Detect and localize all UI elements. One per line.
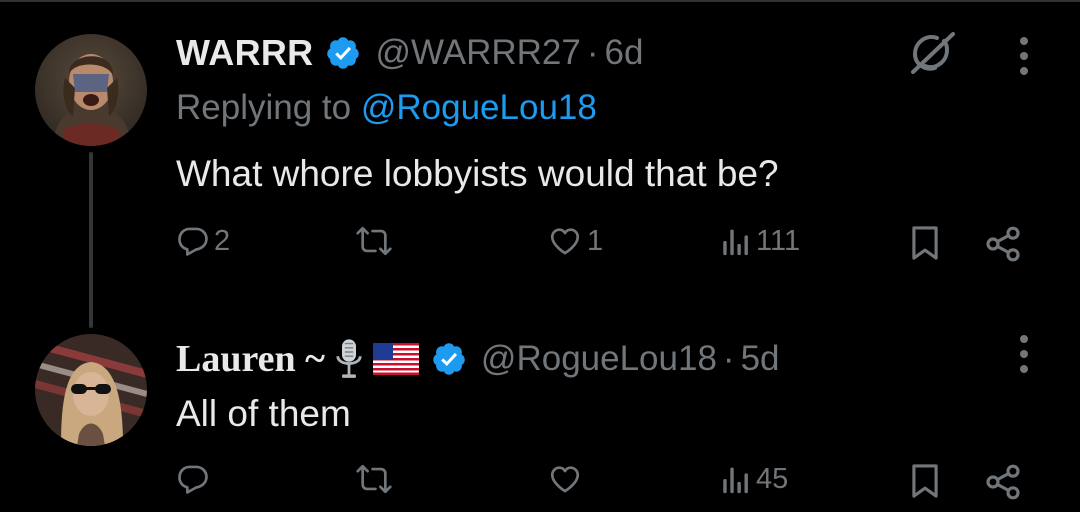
like-button[interactable]: 1: [547, 224, 603, 258]
replying-mention[interactable]: @RogueLou18: [361, 88, 597, 127]
display-name[interactable]: WARRR: [176, 32, 313, 74]
repost-icon: [356, 464, 392, 494]
more-icon[interactable]: [1019, 334, 1029, 374]
reply-icon: [178, 465, 208, 494]
share-button[interactable]: [983, 224, 1023, 264]
like-icon: [550, 466, 580, 493]
avatar[interactable]: [35, 34, 147, 146]
views-count: 111: [756, 224, 801, 257]
verified-badge-icon: [325, 35, 361, 71]
repost-button[interactable]: [355, 462, 397, 496]
views-button[interactable]: 45: [720, 462, 788, 496]
views-icon: [723, 229, 748, 256]
like-button[interactable]: [547, 462, 587, 496]
tweet-header: Lauren ~ @RogueLou18 · 5d: [176, 334, 780, 384]
reply-count: 2: [214, 224, 231, 257]
replying-to-line: Replying to @RogueLou18: [176, 88, 597, 128]
like-count: 1: [587, 224, 604, 257]
separator-dot: ·: [586, 33, 599, 72]
separator-dot: ·: [722, 339, 735, 378]
bookmark-icon: [912, 226, 938, 260]
tweet-text: All of them: [176, 393, 351, 434]
bookmark-button[interactable]: [909, 224, 941, 262]
handle[interactable]: @RogueLou18: [481, 339, 717, 379]
share-icon: [986, 226, 1020, 262]
timestamp[interactable]: 5d: [741, 339, 780, 379]
avatar[interactable]: [35, 334, 147, 446]
reply-icon: [178, 227, 208, 256]
verified-badge-icon: [431, 341, 467, 377]
display-name[interactable]: Lauren ~: [176, 337, 325, 381]
tweet-text: What whore lobbyists would that be?: [176, 153, 779, 194]
like-icon: [550, 228, 580, 255]
grok-icon[interactable]: [903, 24, 959, 80]
repost-button[interactable]: [355, 224, 397, 258]
views-count: 45: [756, 462, 789, 495]
repost-icon: [356, 226, 392, 256]
microphone-emoji-icon: [335, 338, 363, 380]
replying-prefix: Replying to: [176, 88, 352, 127]
share-button[interactable]: [983, 462, 1023, 502]
us-flag-emoji-icon: [372, 343, 419, 375]
share-icon: [986, 464, 1020, 500]
action-bar: 45: [0, 462, 1080, 512]
bookmark-icon: [912, 464, 938, 498]
views-icon: [723, 467, 748, 494]
tweet-header: WARRR @WARRR27 · 6d: [176, 28, 643, 78]
reply-button[interactable]: [176, 462, 214, 496]
views-button[interactable]: 111: [720, 224, 800, 258]
timestamp[interactable]: 6d: [605, 33, 644, 73]
reply-button[interactable]: 2: [176, 224, 230, 258]
handle[interactable]: @WARRR27: [375, 33, 580, 73]
more-icon[interactable]: [1019, 36, 1029, 76]
bookmark-button[interactable]: [909, 462, 941, 500]
action-bar: 2 1 111: [0, 224, 1080, 274]
tweet-warrr[interactable]: WARRR @WARRR27 · 6d Replying to @RogueLo…: [0, 0, 1080, 300]
